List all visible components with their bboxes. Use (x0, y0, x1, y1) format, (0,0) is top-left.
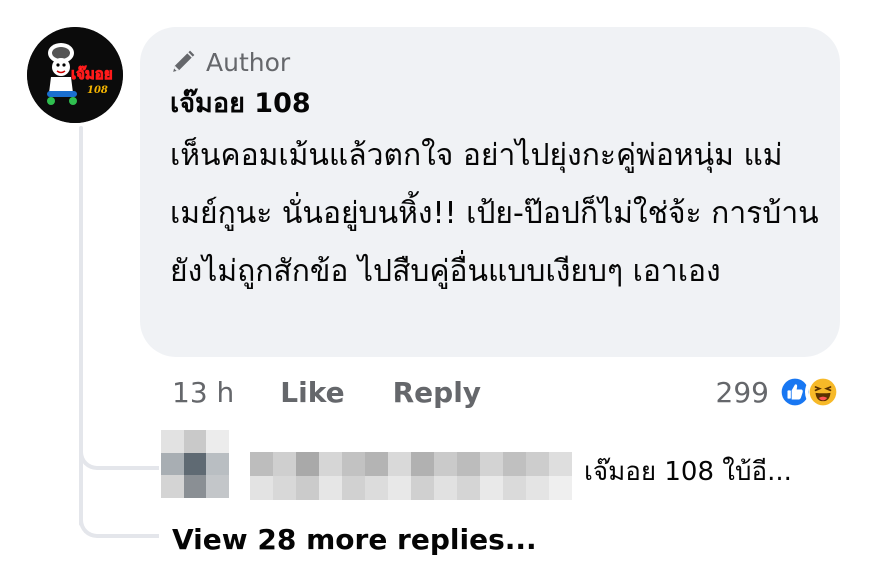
thread-branch-reply (79, 450, 159, 470)
comment-author-name[interactable]: เจ๊มอย 108 (170, 85, 810, 123)
reaction-summary[interactable]: 299 (716, 372, 841, 412)
reply-avatar-blurred[interactable] (161, 430, 229, 498)
reply-button[interactable]: Reply (393, 376, 481, 409)
pencil-icon (173, 50, 195, 72)
avatar-logo-number: 108 (87, 85, 108, 96)
author-badge-label: Author (206, 47, 291, 77)
comment-actions: 13 h Like Reply (172, 372, 529, 412)
avatar-logo-text: เจ๊มอย (71, 65, 113, 83)
author-badge: Author (170, 45, 810, 79)
thread-branch-more (79, 518, 159, 538)
comment-text: เห็นคอมเม้นแล้วตกใจ อย่าไปยุ่งกะคู่พ่อหน… (170, 138, 819, 289)
like-button[interactable]: Like (280, 376, 344, 409)
avatar-logo: เจ๊มอย 108 (27, 27, 123, 123)
haha-reaction-icon (805, 374, 841, 410)
avatar[interactable]: เจ๊มอย 108 (27, 27, 123, 123)
reply-preview-text[interactable]: เจ๊มอย 108 ใบ้อี... (584, 452, 792, 492)
reaction-count: 299 (715, 375, 769, 409)
reply-author-blurred (250, 452, 572, 500)
view-more-replies-link[interactable]: View 28 more replies... (172, 518, 537, 562)
thread-line (79, 126, 83, 526)
comment-timestamp[interactable]: 13 h (172, 376, 234, 409)
comment-bubble: Author เจ๊มอย 108 เห็นคอมเม้นแล้วตกใจ อย… (140, 27, 840, 357)
